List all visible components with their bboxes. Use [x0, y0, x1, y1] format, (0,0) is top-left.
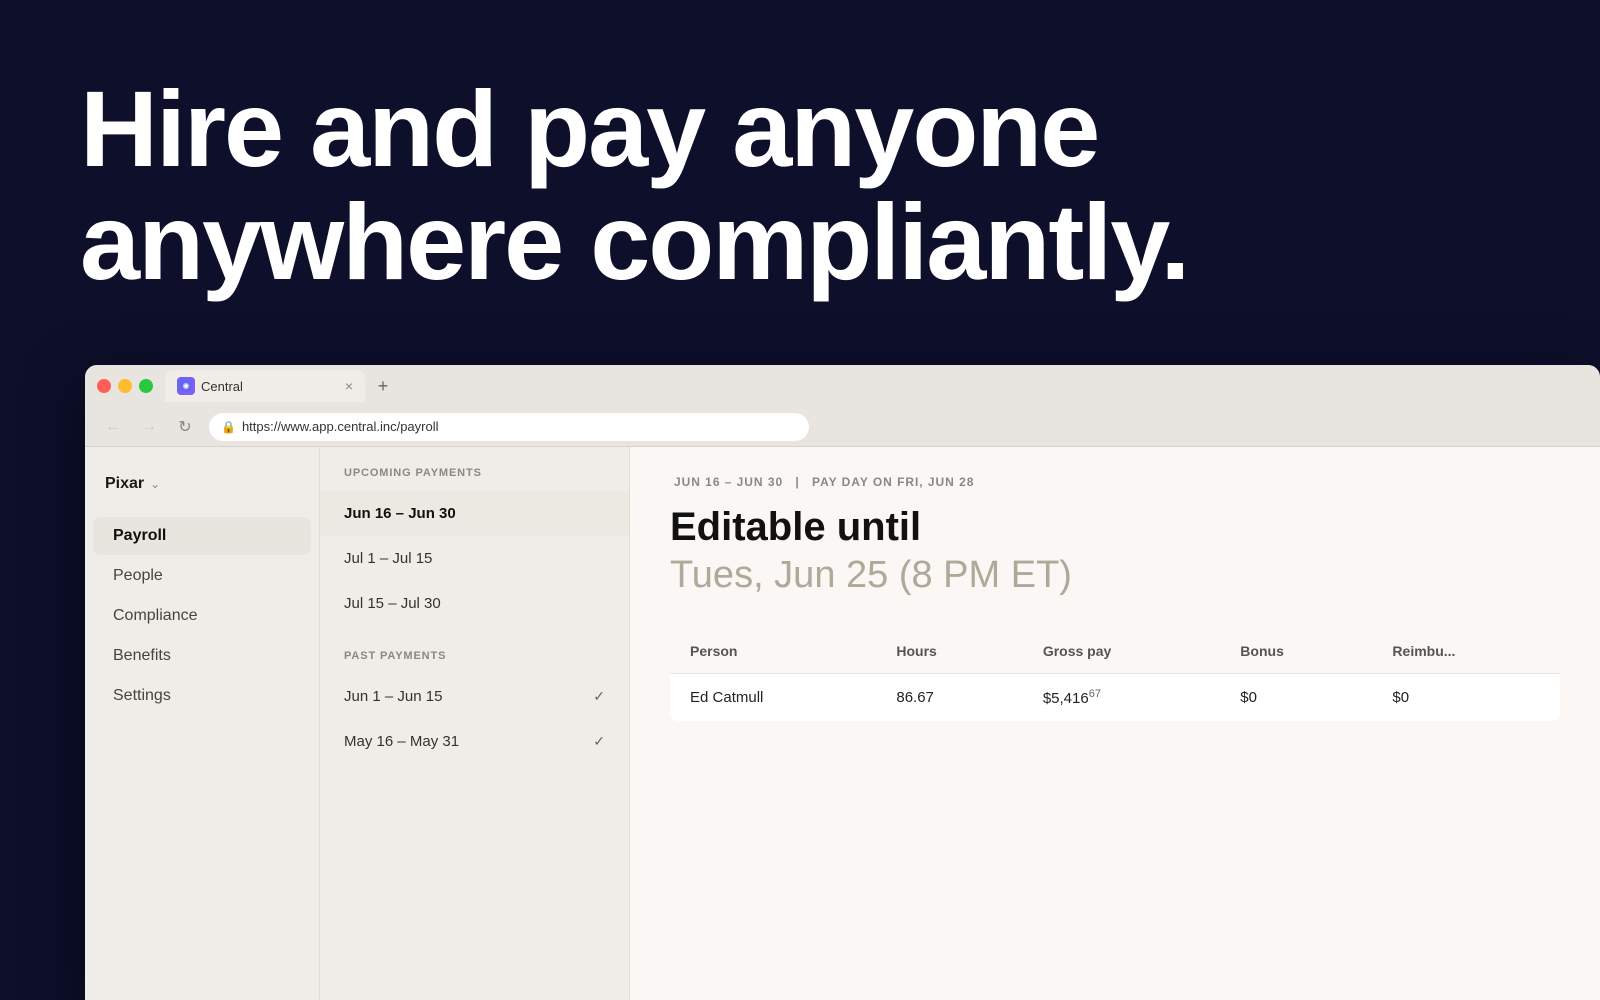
cell-bonus: $0	[1220, 674, 1372, 722]
new-tab-button[interactable]: +	[369, 372, 397, 400]
cell-reimbu: $0	[1372, 674, 1560, 722]
payroll-meta: JUN 16 – JUN 30 | PAY DAY ON FRI, JUN 28	[670, 475, 1560, 489]
check-icon-2: ✓	[593, 733, 605, 750]
tab-close-icon[interactable]: ×	[345, 378, 353, 394]
cell-person: Ed Catmull	[670, 674, 876, 722]
sidebar-item-compliance[interactable]: Compliance	[93, 597, 311, 635]
payroll-table: Person Hours Gross pay Bonus Reimbu... E…	[670, 629, 1560, 721]
col-person: Person	[670, 629, 876, 674]
col-gross-pay: Gross pay	[1023, 629, 1220, 674]
hero-text: Hire and pay anyone anywhere compliantly…	[80, 72, 1188, 299]
close-button[interactable]	[97, 379, 111, 393]
tab-bar: Central × +	[165, 370, 1588, 402]
sidebar-item-benefits[interactable]: Benefits	[93, 637, 311, 675]
col-reimbu: Reimbu...	[1372, 629, 1560, 674]
address-bar: ← → ↻ 🔒 https://www.app.central.inc/payr…	[85, 407, 1600, 447]
traffic-lights	[97, 379, 153, 393]
chevron-down-icon: ⌄	[150, 477, 160, 491]
sidebar-item-payroll[interactable]: Payroll	[93, 517, 311, 555]
payment-item-jun16-jun30[interactable]: Jun 16 – Jun 30	[320, 491, 629, 536]
payment-item-may16-may31[interactable]: May 16 – May 31 ✓	[320, 719, 629, 764]
sidebar-item-people[interactable]: People	[93, 557, 311, 595]
editable-date: Tues, Jun 25 (8 PM ET)	[670, 554, 1560, 597]
col-bonus: Bonus	[1220, 629, 1372, 674]
org-selector[interactable]: Pixar ⌄	[85, 467, 319, 501]
past-payments-section: Past Payments Jun 1 – Jun 15 ✓ May 16 – …	[320, 650, 629, 764]
table-header-row: Person Hours Gross pay Bonus Reimbu...	[670, 629, 1560, 674]
url-text: https://www.app.central.inc/payroll	[242, 419, 439, 434]
table-row[interactable]: Ed Catmull 86.67 $5,41667 $0 $0	[670, 674, 1560, 722]
hero-section: Hire and pay anyone anywhere compliantly…	[0, 0, 1600, 370]
hero-line2: anywhere compliantly.	[80, 181, 1188, 302]
minimize-button[interactable]	[118, 379, 132, 393]
browser-window: Central × + ← → ↻ 🔒 https://www.app.cent…	[85, 365, 1600, 1000]
past-payments-label: Past Payments	[320, 650, 629, 674]
refresh-button[interactable]: ↻	[173, 417, 197, 437]
check-icon: ✓	[593, 688, 605, 705]
editable-label: Editable until	[670, 505, 1560, 550]
tab-favicon-icon	[177, 377, 195, 395]
sidebar-item-settings[interactable]: Settings	[93, 677, 311, 715]
cell-gross-pay: $5,41667	[1023, 674, 1220, 722]
upcoming-payments-label: Upcoming Payments	[320, 467, 629, 491]
payment-item-jul1-jul15[interactable]: Jul 1 – Jul 15	[320, 536, 629, 581]
tab-title: Central	[201, 379, 339, 394]
cell-hours: 86.67	[876, 674, 1022, 722]
org-name: Pixar	[105, 475, 144, 493]
forward-button[interactable]: →	[137, 418, 161, 436]
sidebar: Pixar ⌄ Payroll People Compliance Benefi…	[85, 447, 320, 1000]
maximize-button[interactable]	[139, 379, 153, 393]
hero-line1: Hire and pay anyone	[80, 68, 1098, 189]
browser-tab[interactable]: Central ×	[165, 370, 365, 402]
main-content: JUN 16 – JUN 30 | PAY DAY ON FRI, JUN 28…	[630, 447, 1600, 1000]
lock-icon: 🔒	[221, 420, 236, 434]
payment-item-jul15-jul30[interactable]: Jul 15 – Jul 30	[320, 581, 629, 626]
back-button[interactable]: ←	[101, 418, 125, 436]
payments-panel: Upcoming Payments Jun 16 – Jun 30 Jul 1 …	[320, 447, 630, 1000]
app-layout: Pixar ⌄ Payroll People Compliance Benefi…	[85, 447, 1600, 1000]
url-box[interactable]: 🔒 https://www.app.central.inc/payroll	[209, 413, 809, 441]
payment-item-jun1-jun15[interactable]: Jun 1 – Jun 15 ✓	[320, 674, 629, 719]
browser-chrome: Central × +	[85, 365, 1600, 407]
col-hours: Hours	[876, 629, 1022, 674]
